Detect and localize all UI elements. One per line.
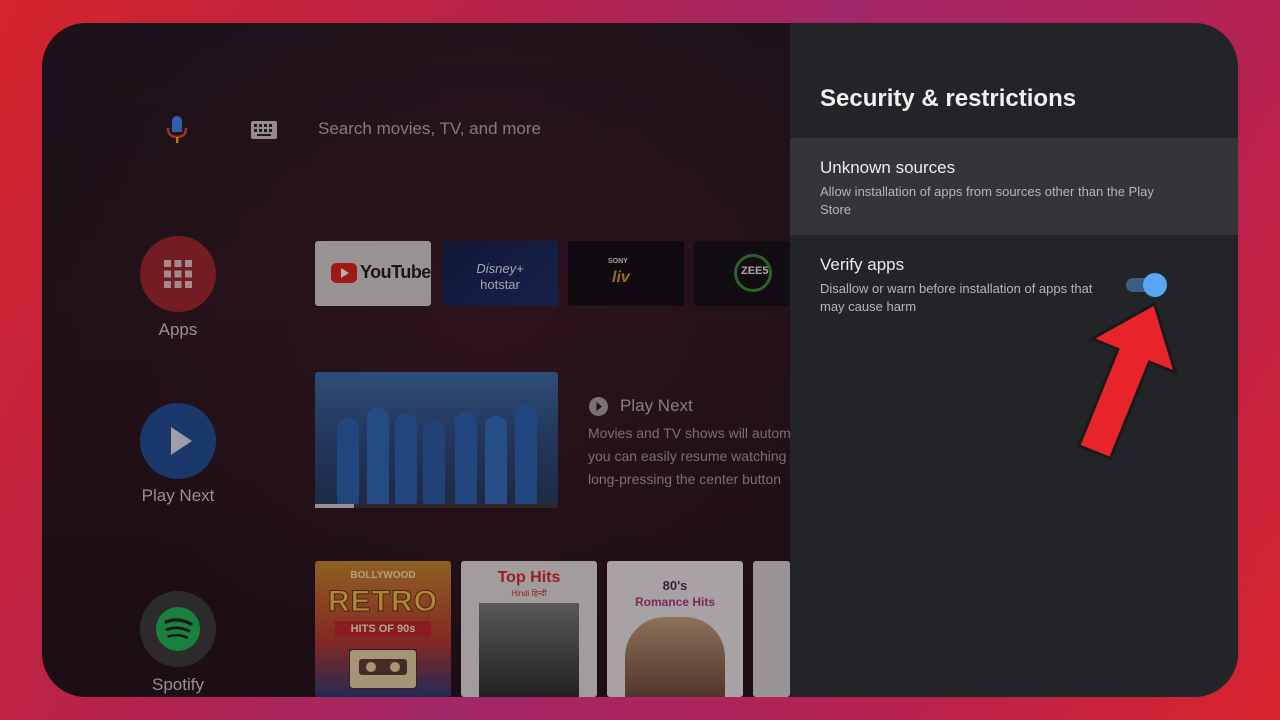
artist-photo <box>625 617 725 697</box>
zee5-wordmark: ZEE5 <box>741 265 769 277</box>
player-figure <box>367 408 389 504</box>
bollywood-retro-tile[interactable]: BOLLYWOOD RETRO HITS OF 90s <box>315 561 451 697</box>
annotation-arrow-icon <box>1076 301 1178 461</box>
youtube-tile[interactable]: YouTube <box>315 241 431 306</box>
cassette-icon <box>349 649 417 689</box>
play-next-description-line: long-pressing the center button <box>588 471 782 487</box>
artist-photo <box>479 603 579 697</box>
tile-caption: 80's <box>662 578 688 593</box>
player-figure <box>337 418 359 504</box>
play-next-progress-fill <box>315 504 354 508</box>
play-circle-icon <box>589 397 608 416</box>
play-icon <box>171 427 192 455</box>
tile-caption: BOLLYWOOD <box>350 570 416 581</box>
panel-title: Security & restrictions <box>820 85 1077 112</box>
play-next-button[interactable] <box>140 403 216 479</box>
hotstar-tile[interactable]: Disney+ hotstar <box>442 241 558 306</box>
spotify-label: Spotify <box>152 675 204 694</box>
player-figure <box>455 412 477 504</box>
keyboard-icon[interactable] <box>251 121 277 139</box>
play-next-description: Movies and TV shows will autom you can e… <box>588 422 793 491</box>
play-next-description-line: Movies and TV shows will autom <box>588 425 791 441</box>
youtube-wordmark: YouTube <box>360 262 431 282</box>
tile-title: Romance Hits <box>634 595 716 609</box>
search-input[interactable]: Search movies, TV, and more <box>318 119 541 139</box>
tv-screen: Search movies, TV, and more Apps Play Ne… <box>42 23 1238 697</box>
apps-grid-icon <box>164 260 192 288</box>
apps-label: Apps <box>158 320 198 339</box>
sonyliv-wordmark-line2: liv <box>612 269 630 286</box>
tile-subtitle: Hindi हिन्दी <box>511 589 547 598</box>
romance-hits-tile[interactable]: 80's Romance Hits <box>607 561 743 697</box>
unknown-sources-row[interactable]: Unknown sources Allow installation of ap… <box>790 138 1238 235</box>
play-next-card[interactable] <box>315 372 558 508</box>
player-figure <box>485 416 507 504</box>
tile-subtitle: HITS OF 90s <box>335 621 431 637</box>
microphone-icon[interactable] <box>166 116 188 144</box>
unknown-sources-title: Unknown sources <box>820 158 956 177</box>
sonyliv-tile[interactable]: SONY liv <box>568 241 684 306</box>
spotify-button[interactable] <box>140 591 216 667</box>
partial-music-tile[interactable] <box>753 561 790 697</box>
play-next-label: Play Next <box>141 486 215 505</box>
unknown-sources-description: Allow installation of apps from sources … <box>820 184 1154 217</box>
tile-title: Top Hits <box>497 569 561 586</box>
play-next-progress <box>315 504 558 508</box>
zee5-tile[interactable]: ZEE5 <box>694 241 790 306</box>
youtube-play-icon <box>331 263 357 283</box>
play-next-title: Play Next <box>620 396 693 415</box>
player-figure <box>515 404 537 504</box>
top-hits-tile[interactable]: Top Hits Hindi हिन्दी <box>461 561 597 697</box>
sonyliv-wordmark-line1: SONY <box>608 258 628 265</box>
tile-title: RETRO <box>328 585 438 619</box>
verify-apps-title: Verify apps <box>820 255 905 274</box>
spotify-icon <box>156 607 200 651</box>
player-figure <box>423 420 445 504</box>
player-figure <box>395 414 417 504</box>
hotstar-wordmark-line2: hotstar <box>480 277 520 292</box>
apps-button[interactable] <box>140 236 216 312</box>
hotstar-wordmark-line1: Disney+ <box>476 261 524 276</box>
play-next-description-line: you can easily resume watching <box>588 448 787 464</box>
